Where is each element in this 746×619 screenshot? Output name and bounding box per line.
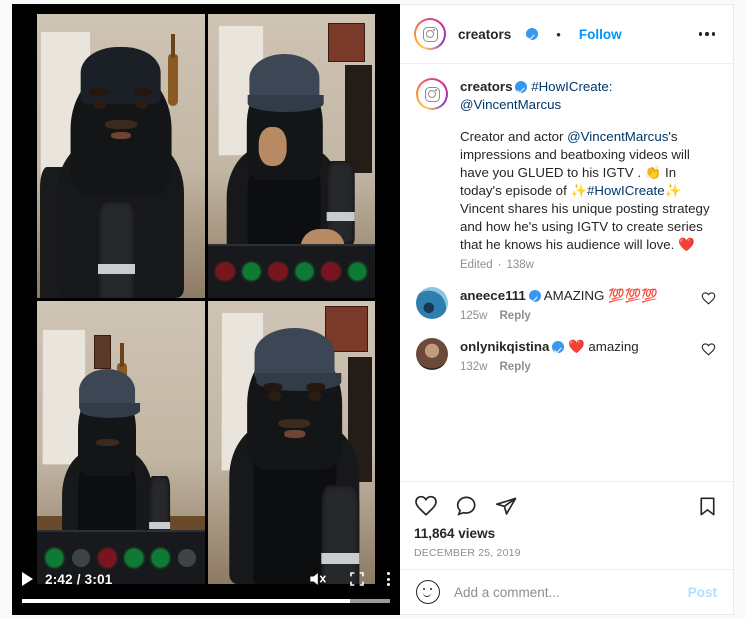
comment-emoji: ❤️ [568, 339, 585, 354]
sparkle-emoji-2: ✨ [664, 183, 682, 198]
caption-body-mention[interactable]: @VincentMarcus [567, 129, 668, 144]
share-button[interactable] [494, 494, 518, 518]
comments-scroll-area[interactable]: creators #HowICreate: @VincentMarcus Cre… [400, 64, 733, 481]
avatar[interactable] [416, 338, 448, 370]
avatar[interactable] [414, 18, 446, 50]
comment-username[interactable]: aneece111 [460, 288, 526, 303]
post-author-username[interactable]: creators [458, 27, 511, 42]
fullscreen-icon[interactable] [349, 571, 365, 587]
comment-emoji: 💯💯💯 [608, 288, 658, 303]
verified-badge-icon [552, 341, 565, 353]
save-button[interactable] [696, 495, 719, 518]
smiley-face-icon[interactable] [416, 580, 440, 604]
video-panel-4 [207, 300, 375, 584]
caption-body-4: Vincent shares his unique posting strate… [460, 201, 710, 252]
play-icon[interactable] [22, 572, 33, 586]
instagram-camera-icon [422, 26, 438, 42]
heart-emoji: ❤️ [678, 237, 695, 252]
comment-input[interactable] [454, 584, 674, 600]
comment-text: amazing [584, 339, 639, 354]
verified-badge-icon [528, 290, 541, 302]
like-button[interactable] [414, 494, 438, 518]
video-player[interactable]: 2:42 / 3:01 [12, 4, 400, 615]
post-date: DECEMBER 25, 2019 [414, 547, 521, 559]
comment-text: AMAZING [543, 288, 609, 303]
list-item: aneece111 AMAZING 💯💯💯 125w Reply [416, 287, 717, 322]
clap-emoji: 👏 [644, 165, 662, 180]
video-progress-bar[interactable] [22, 599, 390, 603]
caption-meta-separator: · [497, 259, 502, 271]
list-item: onlynikqistina ❤️ amazing 132w Reply [416, 338, 717, 373]
video-frame-grid [37, 14, 375, 584]
comment-username[interactable]: onlynikqistina [460, 339, 549, 354]
avatar[interactable] [416, 78, 448, 110]
video-panel-1 [37, 14, 205, 298]
volume-muted-icon[interactable] [307, 569, 327, 589]
verified-badge-icon [526, 28, 539, 40]
video-panel-3 [37, 300, 205, 584]
separator-dot: • [556, 26, 561, 42]
instagram-camera-icon [424, 86, 440, 102]
comment-button[interactable] [454, 494, 478, 518]
caption-body-1: Creator and actor [460, 129, 568, 144]
comment-age: 125w [460, 310, 488, 322]
post-sidebar: creators • Follow creators #HowICreate: … [400, 4, 734, 615]
heart-icon[interactable] [701, 291, 717, 322]
verified-badge-icon [515, 81, 528, 93]
video-controls[interactable]: 2:42 / 3:01 [12, 559, 400, 615]
caption-text: creators #HowICreate: @VincentMarcus Cre… [460, 78, 717, 254]
caption-meta: Edited · 138w [460, 259, 717, 271]
caption-block: creators #HowICreate: @VincentMarcus Cre… [416, 78, 717, 271]
caption-age: 138w [506, 259, 534, 271]
reply-button[interactable]: Reply [500, 361, 531, 373]
instagram-post-page: 2:42 / 3:01 creators • Follow creators #… [0, 0, 746, 619]
caption-title-mention[interactable]: @VincentMarcus [460, 97, 561, 112]
sparkle-emoji-1: ✨ [570, 183, 588, 198]
video-progress-fill [22, 599, 350, 603]
post-header: creators • Follow [400, 5, 733, 64]
reply-button[interactable]: Reply [500, 310, 531, 322]
post-comment-button[interactable]: Post [688, 585, 717, 600]
post-actions: 11,864 views DECEMBER 25, 2019 [400, 481, 733, 569]
video-panel-2 [207, 14, 375, 298]
caption-edited-label: Edited [460, 259, 493, 271]
heart-icon[interactable] [701, 342, 717, 373]
caption-title-hashtag[interactable]: #HowICreate: [531, 79, 612, 94]
follow-button[interactable]: Follow [579, 27, 622, 42]
view-count: 11,864 views [414, 526, 496, 541]
caption-body-hashtag[interactable]: #HowICreate [587, 183, 665, 198]
add-comment-bar: Post [400, 569, 733, 614]
avatar[interactable] [416, 287, 448, 319]
video-time-display: 2:42 / 3:01 [45, 571, 113, 587]
comment-age: 132w [460, 361, 488, 373]
more-vertical-icon[interactable] [387, 572, 390, 586]
more-horizontal-icon[interactable] [695, 28, 719, 39]
caption-username[interactable]: creators [460, 79, 512, 94]
